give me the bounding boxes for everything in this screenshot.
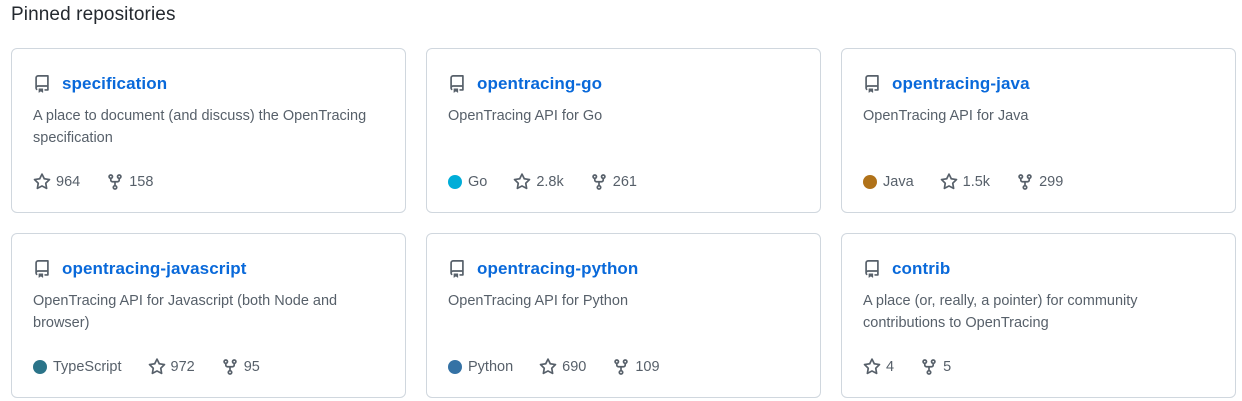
repo-meta: Java 1.5k 299 xyxy=(863,173,1089,191)
language-name: TypeScript xyxy=(53,359,122,375)
star-icon xyxy=(539,358,557,376)
repo-language: Java xyxy=(863,174,914,190)
language-color-dot xyxy=(448,175,462,189)
section-title: Pinned repositories xyxy=(11,4,176,25)
repo-card-header: contrib xyxy=(863,257,1215,281)
repo-language: Python xyxy=(448,359,513,375)
repo-description: OpenTracing API for Javascript (both Nod… xyxy=(33,293,338,331)
forks-count: 109 xyxy=(635,359,660,375)
stars-count: 4 xyxy=(886,359,895,375)
repo-meta: 4 5 xyxy=(863,358,977,376)
stars-link[interactable]: 2.8k xyxy=(513,173,564,191)
repo-icon xyxy=(863,75,881,93)
forks-link[interactable]: 5 xyxy=(920,358,951,376)
repo-link[interactable]: opentracing-java xyxy=(892,74,1030,94)
repo-link[interactable]: contrib xyxy=(892,259,950,279)
fork-icon xyxy=(106,173,124,191)
repo-link[interactable]: opentracing-python xyxy=(477,259,638,279)
language-color-dot xyxy=(33,360,47,374)
repo-language: TypeScript xyxy=(33,359,122,375)
forks-link[interactable]: 261 xyxy=(590,173,637,191)
stars-count: 972 xyxy=(170,359,195,375)
repo-card: opentracing-java OpenTracing API for Jav… xyxy=(841,48,1236,213)
repo-meta: TypeScript 972 95 xyxy=(33,358,286,376)
fork-icon xyxy=(1016,173,1034,191)
repo-meta: Python 690 109 xyxy=(448,358,686,376)
repo-icon xyxy=(448,260,466,278)
repo-meta: 964 158 xyxy=(33,173,179,191)
forks-link[interactable]: 95 xyxy=(221,358,260,376)
fork-icon xyxy=(590,173,608,191)
star-icon xyxy=(863,358,881,376)
fork-icon xyxy=(612,358,630,376)
repo-card: opentracing-go OpenTracing API for Go Go… xyxy=(426,48,821,213)
repo-link[interactable]: specification xyxy=(62,74,167,94)
repo-card-header: opentracing-go xyxy=(448,72,800,96)
stars-link[interactable]: 964 xyxy=(33,173,80,191)
language-color-dot xyxy=(448,360,462,374)
repo-icon xyxy=(33,260,51,278)
stars-link[interactable]: 972 xyxy=(148,358,195,376)
fork-icon xyxy=(221,358,239,376)
forks-count: 5 xyxy=(943,359,952,375)
repo-meta: Go 2.8k 261 xyxy=(448,173,663,191)
pinned-repos-grid: specification A place to document (and d… xyxy=(11,48,1236,398)
forks-link[interactable]: 109 xyxy=(612,358,660,376)
repo-card: specification A place to document (and d… xyxy=(11,48,406,213)
repo-icon xyxy=(863,260,881,278)
repo-description: A place to document (and discuss) the Op… xyxy=(33,108,367,146)
repo-card-header: specification xyxy=(33,72,385,96)
stars-count: 690 xyxy=(562,359,587,375)
stars-link[interactable]: 690 xyxy=(539,358,586,376)
repo-card: opentracing-python OpenTracing API for P… xyxy=(426,233,821,398)
repo-description: OpenTracing API for Java xyxy=(863,108,1029,124)
forks-count: 95 xyxy=(243,359,260,375)
star-icon xyxy=(940,173,958,191)
repo-description: OpenTracing API for Python xyxy=(448,293,629,309)
repo-icon xyxy=(33,75,51,93)
repo-card-header: opentracing-python xyxy=(448,257,800,281)
language-name: Python xyxy=(468,359,514,375)
repo-link[interactable]: opentracing-javascript xyxy=(62,259,247,279)
forks-link[interactable]: 158 xyxy=(106,173,153,191)
language-name: Java xyxy=(883,174,914,190)
forks-count: 261 xyxy=(612,174,637,190)
repo-link[interactable]: opentracing-go xyxy=(477,74,602,94)
repo-icon xyxy=(448,75,466,93)
repo-description: A place (or, really, a pointer) for comm… xyxy=(863,293,1138,331)
stars-count: 1.5k xyxy=(962,174,991,190)
stars-link[interactable]: 1.5k xyxy=(940,173,990,191)
stars-count: 2.8k xyxy=(536,174,564,190)
repo-description: OpenTracing API for Go xyxy=(448,108,603,124)
forks-count: 299 xyxy=(1039,174,1064,190)
forks-link[interactable]: 299 xyxy=(1016,173,1063,191)
star-icon xyxy=(513,173,531,191)
fork-icon xyxy=(920,358,938,376)
repo-card: opentracing-javascript OpenTracing API f… xyxy=(11,233,406,398)
star-icon xyxy=(33,173,51,191)
repo-card-header: opentracing-java xyxy=(863,72,1215,96)
repo-card: contrib A place (or, really, a pointer) … xyxy=(841,233,1236,398)
language-color-dot xyxy=(863,175,877,189)
star-icon xyxy=(148,358,166,376)
repo-language: Go xyxy=(448,174,487,190)
stars-count: 964 xyxy=(56,174,81,190)
forks-count: 158 xyxy=(129,174,154,190)
repo-card-header: opentracing-javascript xyxy=(33,257,385,281)
language-name: Go xyxy=(468,174,488,190)
stars-link[interactable]: 4 xyxy=(863,358,894,376)
